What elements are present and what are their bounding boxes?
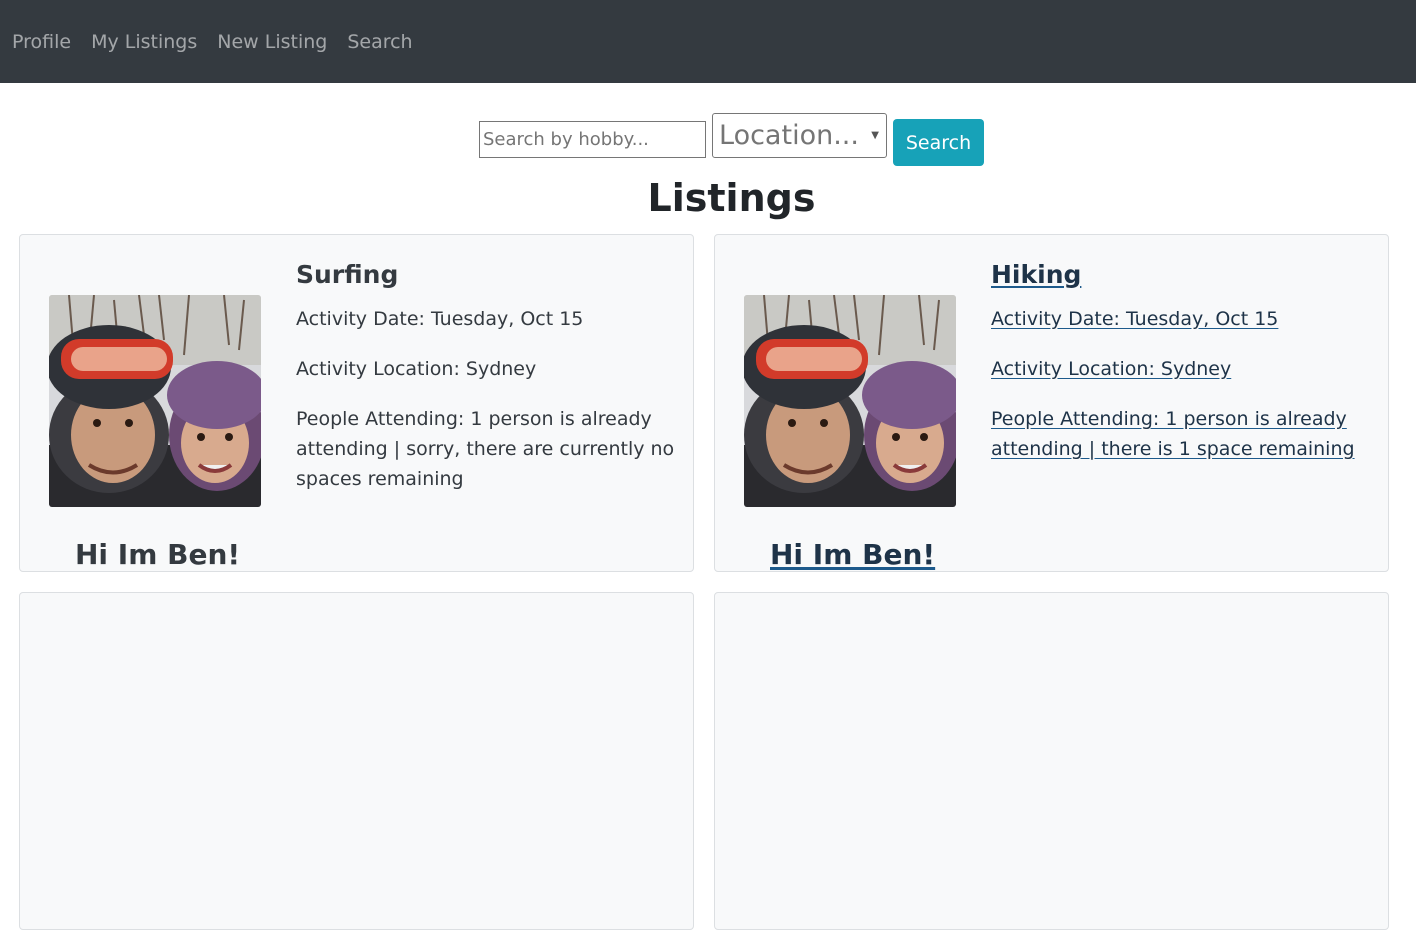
- location-select-value: Location...: [719, 120, 859, 151]
- top-navbar: Profile My Listings New Listing Search: [0, 0, 1416, 83]
- listing-card: Surfing Activity Date: Tuesday, Oct 15 A…: [19, 234, 694, 572]
- listing-photo: [744, 295, 956, 507]
- listing-hobby-title[interactable]: Hiking: [991, 257, 1376, 293]
- listing-hobby-title: Surfing: [296, 260, 399, 289]
- listing-greeting: Hi Im Ben!: [770, 538, 935, 571]
- search-bar: Location... ▼ Search: [0, 112, 1416, 168]
- listing-photo: [49, 295, 261, 507]
- nav-new-listing-link[interactable]: New Listing: [217, 31, 327, 53]
- page-title: Listings: [647, 176, 816, 220]
- listing-attendance[interactable]: People Attending: 1 person is already at…: [991, 404, 1376, 464]
- listing-attendance: People Attending: 1 person is already at…: [296, 408, 675, 490]
- listing-card[interactable]: [19, 592, 694, 930]
- listing-greeting-text: Hi Im Ben!: [75, 538, 241, 571]
- search-button[interactable]: Search: [893, 119, 984, 166]
- listing-date[interactable]: Activity Date: Tuesday, Oct 15: [991, 304, 1376, 334]
- listing-location: Activity Location: Sydney: [296, 358, 537, 380]
- listing-location[interactable]: Activity Location: Sydney: [991, 354, 1376, 384]
- listing-greeting-text[interactable]: Hi Im Ben!: [770, 538, 935, 571]
- listing-greeting: Hi Im Ben!: [75, 538, 240, 571]
- location-select[interactable]: Location... ▼: [712, 113, 887, 158]
- listing-card-link[interactable]: Hiking Activity Date: Tuesday, Oct 15 Ac…: [714, 234, 1389, 572]
- couple-photo-image: [49, 295, 261, 507]
- dropdown-arrow-icon: ▼: [871, 130, 879, 141]
- hobby-search-input[interactable]: [479, 121, 706, 158]
- listing-info: Surfing Activity Date: Tuesday, Oct 15 A…: [296, 257, 681, 514]
- listing-info: Hiking Activity Date: Tuesday, Oct 15 Ac…: [991, 257, 1376, 484]
- nav-search-link[interactable]: Search: [347, 31, 412, 53]
- listing-date: Activity Date: Tuesday, Oct 15: [296, 308, 584, 330]
- nav-profile-link[interactable]: Profile: [12, 31, 71, 53]
- listing-card[interactable]: [714, 592, 1389, 930]
- couple-photo-image: [744, 295, 956, 507]
- nav-my-listings-link[interactable]: My Listings: [91, 31, 197, 53]
